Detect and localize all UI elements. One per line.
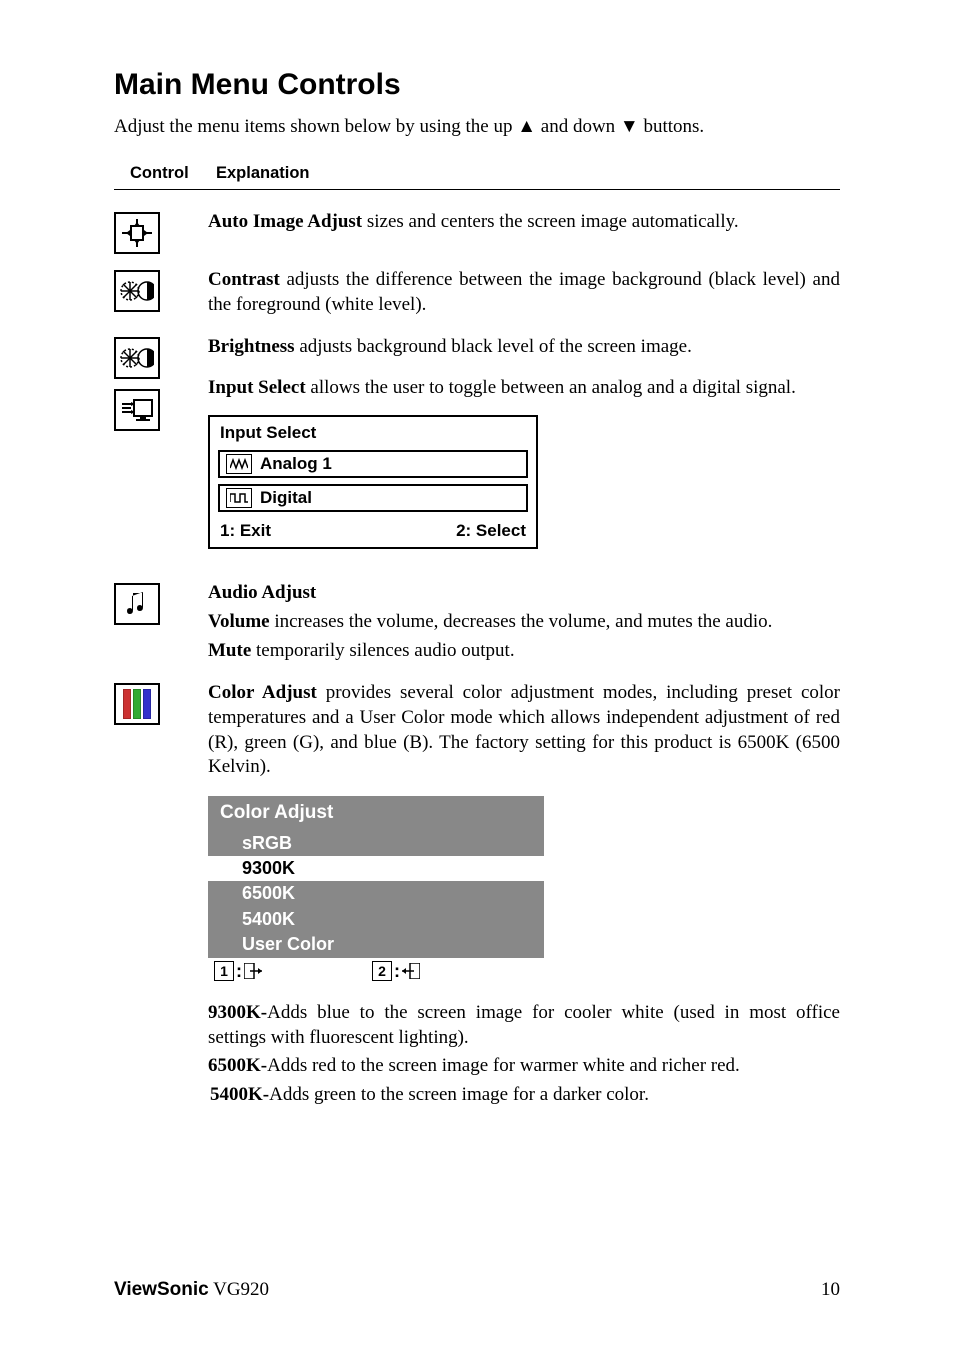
- key-2-icon: 2: [372, 961, 392, 981]
- brightness-text: Brightness adjusts background black leve…: [208, 335, 840, 360]
- volume-label: Volume: [208, 611, 270, 632]
- brightness-label: Brightness: [208, 336, 295, 357]
- intro-pre: Adjust the menu items shown below by usi…: [114, 116, 517, 137]
- osd-color-6500: 6500K: [208, 881, 544, 906]
- osd-input-select: Input Select Analog 1 Digital 1: Exit 2:…: [208, 415, 538, 549]
- blue-bar-icon: [143, 689, 151, 719]
- osd-row-digital: Digital: [218, 484, 528, 512]
- intro-text: Adjust the menu items shown below by usi…: [114, 116, 840, 138]
- enter-arrow-icon: [402, 963, 420, 979]
- input-select-text: Input Select allows the user to toggle b…: [208, 376, 840, 401]
- header-explanation: Explanation: [216, 164, 310, 183]
- mute-body: temporarily silences audio output.: [251, 640, 514, 661]
- osd-select: 2: Select: [456, 520, 526, 542]
- contrast-label: Contrast: [208, 269, 280, 290]
- osd-color-srgb: sRGB: [208, 831, 544, 856]
- auto-adjust-icon: [114, 212, 160, 254]
- osd-color-title: Color Adjust: [208, 796, 544, 831]
- page-footer: ViewSonic VG920 10: [114, 1279, 840, 1301]
- osd-digital-label: Digital: [260, 487, 312, 509]
- brightness-icon: [114, 337, 160, 379]
- note-6500: 6500K-Adds red to the screen image for w…: [208, 1054, 840, 1079]
- osd-row-analog: Analog 1: [218, 450, 528, 478]
- note-9300: 9300K-Adds blue to the screen image for …: [208, 1001, 840, 1050]
- osd-analog-label: Analog 1: [260, 453, 332, 475]
- volume-body: increases the volume, decreases the volu…: [270, 611, 773, 632]
- input-select-label: Input Select: [208, 377, 306, 398]
- osd-color-footer: 1 : 2 :: [208, 958, 544, 985]
- footer-model: VG920: [209, 1279, 269, 1300]
- note-5400-body: Adds green to the screen image for a dar…: [269, 1084, 649, 1105]
- note-6500-label: 6500K-: [208, 1055, 267, 1076]
- note-9300-label: 9300K-: [208, 1002, 267, 1023]
- osd-color-9300: 9300K: [208, 856, 544, 881]
- mute-label: Mute: [208, 640, 251, 661]
- input-select-body: allows the user to toggle between an ana…: [306, 377, 796, 398]
- note-5400: 5400K-Adds green to the screen image for…: [210, 1083, 840, 1108]
- exit-arrow-icon: [244, 963, 262, 979]
- audio-adjust-heading: Audio Adjust: [208, 581, 840, 606]
- page-title: Main Menu Controls: [114, 68, 840, 102]
- osd-color-5400: 5400K: [208, 907, 544, 932]
- audio-volume-text: Volume increases the volume, decreases t…: [208, 610, 840, 635]
- input-select-icon: [114, 389, 160, 431]
- digital-icon: [226, 488, 252, 508]
- color-adjust-icon: [114, 683, 160, 725]
- header-control: Control: [130, 164, 216, 183]
- footer-left: ViewSonic VG920: [114, 1279, 269, 1301]
- up-arrow-icon: ▲: [517, 116, 536, 138]
- audio-mute-text: Mute temporarily silences audio output.: [208, 639, 840, 664]
- key-1-icon: 1: [214, 961, 234, 981]
- osd-exit: 1: Exit: [220, 520, 271, 542]
- auto-adjust-label: Auto Image Adjust: [208, 211, 362, 232]
- intro-post: buttons.: [639, 116, 704, 137]
- auto-adjust-text: Auto Image Adjust sizes and centers the …: [208, 210, 840, 235]
- colon-1: :: [236, 960, 242, 983]
- note-5400-label: 5400K-: [210, 1084, 269, 1105]
- osd-color-user: User Color: [208, 932, 544, 957]
- color-adjust-label: Color Adjust: [208, 682, 317, 703]
- red-bar-icon: [123, 689, 131, 719]
- note-6500-body: Adds red to the screen image for warmer …: [267, 1055, 740, 1076]
- contrast-icon: [114, 270, 160, 312]
- column-headers: Control Explanation: [114, 164, 840, 190]
- note-9300-body: Adds blue to the screen image for cooler…: [208, 1002, 840, 1048]
- footer-brand: ViewSonic: [114, 1279, 209, 1300]
- osd-input-title: Input Select: [210, 417, 536, 450]
- osd-color-adjust: Color Adjust sRGB 9300K 6500K 5400K User…: [208, 796, 544, 985]
- audio-adjust-label: Audio Adjust: [208, 582, 316, 603]
- color-adjust-text: Color Adjust provides several color adju…: [208, 681, 840, 780]
- down-arrow-icon: ▼: [620, 116, 639, 138]
- auto-adjust-body: sizes and centers the screen image autom…: [362, 211, 739, 232]
- brightness-body: adjusts background black level of the sc…: [295, 336, 692, 357]
- intro-and: and down: [536, 116, 620, 137]
- contrast-text: Contrast adjusts the difference between …: [208, 268, 840, 317]
- audio-adjust-icon: [114, 583, 160, 625]
- footer-page: 10: [821, 1279, 840, 1301]
- green-bar-icon: [133, 689, 141, 719]
- contrast-body: adjusts the difference between the image…: [208, 269, 840, 315]
- analog-icon: [226, 454, 252, 474]
- colon-2: :: [394, 960, 400, 983]
